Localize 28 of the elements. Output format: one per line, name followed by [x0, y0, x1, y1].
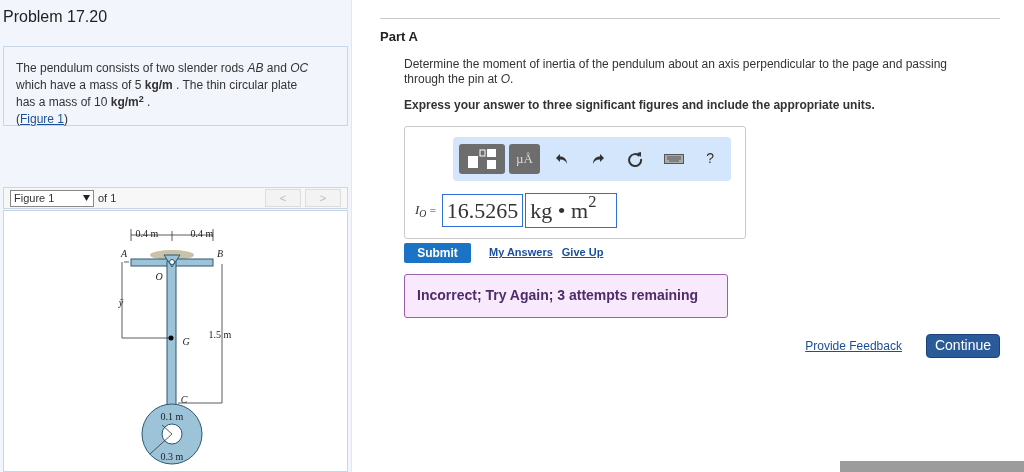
template-button[interactable]	[459, 143, 505, 174]
feedback-link[interactable]: Provide Feedback	[805, 336, 902, 355]
part-title: Part A	[380, 28, 419, 46]
figure-link[interactable]: Figure 1	[20, 112, 65, 126]
submit-button[interactable]: Submit	[404, 242, 471, 263]
redo-icon[interactable]	[590, 151, 605, 166]
pendulum-drawing: 0.4 m 0.4 m A B O ȳ G 1.5 m C 0.1 m 0.3 m	[118, 228, 232, 465]
instruction-text: Express your answer to three significant figures and include the appropriate units.	[404, 96, 876, 114]
dropdown-arrow-icon	[83, 195, 90, 201]
help-button[interactable]: ?	[706, 148, 714, 169]
units-button[interactable]: µÅ	[509, 143, 540, 174]
feedback-message: Incorrect; Try Again; 3 attempts remaining	[404, 273, 728, 318]
keyboard-icon[interactable]	[664, 153, 685, 164]
problem-statement: The pendulum consists of two slender rods AB and OC which have a mass of 5 kg/m . The thin circular plate has a mass of 10 kg/m$^{2}$ .	[16, 60, 310, 111]
problem-title: Problem 17.20	[2, 7, 109, 27]
answer-unit-field[interactable]: kg • m$^{2}$	[525, 192, 618, 228]
continue-button[interactable]: Continue	[925, 333, 1000, 358]
question-text: Determine the moment of inertia of the pendulum about an axis perpendicular to the page and passing through the pin at O.	[404, 56, 948, 87]
template-icon	[466, 147, 498, 170]
figure-count: of 1	[98, 190, 117, 206]
scrollbar[interactable]	[840, 461, 1024, 472]
answer-value-field[interactable]: 16.5265	[441, 193, 524, 227]
answer-label: I$_{O}$ =	[415, 201, 436, 220]
answer-link[interactable]: Give Up	[561, 244, 604, 261]
figure-select[interactable]: Figure 1	[10, 189, 94, 207]
answer-link[interactable]: My Answers	[489, 244, 553, 261]
reset-icon[interactable]	[626, 150, 643, 167]
figure-reference: (Figure 1)	[16, 111, 70, 128]
